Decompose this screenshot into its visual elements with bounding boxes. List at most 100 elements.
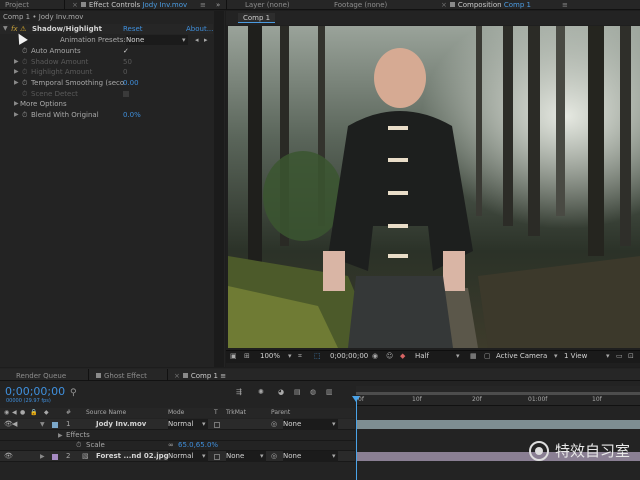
chevron-down-icon[interactable]: ▾ bbox=[182, 35, 186, 45]
chevron-down-icon[interactable]: ▾ bbox=[456, 351, 460, 362]
layer-search-input[interactable] bbox=[80, 388, 200, 398]
comp-flowchart-icon[interactable]: ⇶ bbox=[236, 388, 242, 396]
timeline-timecode[interactable]: 0;00;00;00 bbox=[5, 385, 65, 398]
audio-icon[interactable]: ◀ bbox=[12, 419, 17, 430]
panel-menu-icon[interactable]: ≡ bbox=[220, 372, 226, 380]
chevron-down-icon[interactable]: ▾ bbox=[606, 351, 610, 362]
expand-triangle-icon[interactable]: ▶ bbox=[14, 57, 19, 67]
tab-render-queue[interactable]: Render Queue bbox=[16, 371, 66, 381]
work-area-bar[interactable] bbox=[356, 392, 640, 395]
camera-dropdown[interactable]: Active Camera bbox=[496, 351, 547, 362]
auto-amounts-checkbox[interactable]: ✓ bbox=[123, 46, 129, 56]
stopwatch-icon[interactable]: ⏱ bbox=[22, 78, 27, 88]
effect-controls-scrollbar[interactable] bbox=[214, 11, 224, 367]
search-icon[interactable]: ⚲ bbox=[70, 388, 77, 398]
property-temporal-smoothing[interactable]: ▶ ⏱ Temporal Smoothing (seco 0.00 bbox=[0, 78, 213, 88]
fast-previews-icon[interactable]: ⊡ bbox=[628, 351, 634, 362]
toggle-pixel-aspect-icon[interactable]: ▭ bbox=[616, 351, 623, 362]
color-channel-icon[interactable]: ◆ bbox=[400, 351, 405, 362]
chevron-down-icon[interactable]: ▾ bbox=[554, 351, 558, 362]
label-color-swatch[interactable] bbox=[52, 422, 58, 428]
parent-dropdown[interactable]: None bbox=[283, 451, 338, 462]
prev-preset-icon[interactable]: ◂ bbox=[195, 35, 199, 45]
zoom-dropdown[interactable]: 100% bbox=[260, 351, 280, 362]
composition-canvas[interactable] bbox=[228, 26, 640, 348]
property-value[interactable]: 0.00 bbox=[123, 78, 139, 88]
label-color-swatch[interactable] bbox=[52, 454, 58, 460]
draft-3d-icon[interactable]: ✺ bbox=[258, 388, 264, 396]
tab-layer[interactable]: Layer (none) bbox=[245, 0, 290, 10]
resolution-dropdown[interactable]: Half bbox=[415, 351, 429, 362]
chevron-down-icon[interactable]: ▾ bbox=[332, 419, 336, 430]
views-dropdown[interactable]: 1 View bbox=[564, 351, 587, 362]
layer-row[interactable]: 👁 ◀ ▼ 1 Jody Inv.mov Normal ▾ ◎ None ▾ bbox=[0, 419, 355, 430]
always-preview-icon[interactable]: ▣ bbox=[230, 351, 237, 362]
visibility-eye-icon[interactable]: 👁 bbox=[4, 451, 13, 462]
effect-header-row[interactable]: ▼ fx ⚠ Shadow/Highlight Reset About... bbox=[0, 24, 213, 34]
property-blend-with-original[interactable]: ▶ ⏱ Blend With Original 0.0% bbox=[0, 110, 213, 120]
frame-blending-icon[interactable]: ▤ bbox=[294, 388, 301, 396]
close-icon[interactable]: × bbox=[174, 372, 180, 380]
panel-menu-icon[interactable]: ≡ bbox=[562, 0, 568, 10]
constrain-proportions-icon[interactable]: ∞ bbox=[168, 440, 174, 451]
layer-name[interactable]: Forest ...nd 02.jpg bbox=[96, 451, 169, 462]
chevron-down-icon[interactable]: ▾ bbox=[260, 451, 264, 462]
tab-ghost-effect[interactable]: Ghost Effect bbox=[96, 371, 147, 381]
close-icon[interactable]: × bbox=[441, 1, 447, 9]
reset-link[interactable]: Reset bbox=[123, 24, 143, 34]
expand-triangle-icon[interactable]: ▼ bbox=[40, 419, 45, 430]
motion-blur-icon[interactable]: ◍ bbox=[310, 388, 316, 396]
about-link[interactable]: About... bbox=[186, 24, 213, 34]
layer-row[interactable]: 👁 ▶ 2 ▧ Forest ...nd 02.jpg Normal ▾ Non… bbox=[0, 451, 355, 462]
show-snapshot-icon[interactable]: ☺ bbox=[386, 351, 393, 362]
pickwhip-icon[interactable]: ◎ bbox=[271, 451, 277, 462]
chevron-down-icon[interactable]: ▾ bbox=[202, 419, 206, 430]
tab-comp-1[interactable]: × Comp 1 ≡ bbox=[174, 371, 226, 381]
resolution-toggle-icon[interactable]: ⊞ bbox=[244, 351, 250, 362]
viewer-tab-comp[interactable]: Comp 1 bbox=[238, 13, 276, 23]
layer-name[interactable]: Jody Inv.mov bbox=[96, 419, 146, 430]
presets-dropdown[interactable]: None bbox=[126, 35, 188, 45]
column-source-name[interactable]: Source Name bbox=[86, 408, 126, 418]
parent-dropdown[interactable]: None bbox=[283, 419, 338, 430]
scale-property-row[interactable]: ⏱ Scale ∞ 65.0,65.0% bbox=[0, 440, 355, 451]
graph-editor-icon[interactable]: ▥ bbox=[326, 388, 333, 396]
expand-triangle-icon[interactable]: ▼ bbox=[3, 24, 8, 34]
tab-footage[interactable]: Footage (none) bbox=[334, 0, 387, 10]
property-more-options[interactable]: ▶ More Options bbox=[0, 99, 213, 109]
close-icon[interactable]: × bbox=[72, 1, 78, 9]
scale-value[interactable]: 65.0,65.0% bbox=[178, 440, 218, 451]
shy-layers-icon[interactable]: ◕ bbox=[278, 388, 284, 396]
viewer-timecode[interactable]: 0;00;00;00 bbox=[330, 351, 368, 362]
expand-triangle-icon[interactable]: ▶ bbox=[14, 67, 19, 77]
expand-triangle-icon[interactable]: ▶ bbox=[14, 110, 19, 120]
preserve-transparency-checkbox[interactable] bbox=[214, 454, 220, 460]
transparency-grid-icon[interactable]: ▦ bbox=[470, 351, 477, 362]
chevron-down-icon[interactable]: ▾ bbox=[332, 451, 336, 462]
pickwhip-icon[interactable]: ◎ bbox=[271, 419, 277, 430]
preserve-transparency-checkbox[interactable] bbox=[214, 422, 220, 428]
stopwatch-icon[interactable]: ⏱ bbox=[76, 440, 81, 451]
tab-composition[interactable]: × Composition Comp 1 bbox=[441, 0, 531, 10]
expand-triangle-icon[interactable]: ▶ bbox=[14, 99, 19, 109]
snapshot-icon[interactable]: ◉ bbox=[372, 351, 378, 362]
panel-menu-icon[interactable]: ≡ bbox=[200, 0, 206, 10]
stopwatch-icon[interactable]: ⏱ bbox=[22, 46, 27, 56]
region-of-interest-icon[interactable]: ⬚ bbox=[314, 351, 321, 362]
property-value[interactable]: 0.0% bbox=[123, 110, 141, 120]
expand-triangle-icon[interactable]: ▶ bbox=[40, 451, 45, 462]
grid-icon[interactable]: ⌗ bbox=[298, 351, 302, 362]
expand-triangle-icon[interactable]: ▶ bbox=[14, 78, 19, 88]
chevron-down-icon[interactable]: ▾ bbox=[288, 351, 292, 362]
chevron-down-icon[interactable]: ▾ bbox=[202, 451, 206, 462]
tab-effect-controls[interactable]: × Effect Controls Jody Inv.mov bbox=[72, 0, 187, 10]
current-time-indicator[interactable] bbox=[356, 396, 357, 480]
3d-view-icon[interactable]: ▢ bbox=[484, 351, 491, 362]
time-ruler[interactable]: 0f 10f 20f 01:00f 10f bbox=[356, 386, 640, 406]
fx-badge[interactable]: fx bbox=[11, 24, 18, 34]
stopwatch-icon[interactable]: ⏱ bbox=[22, 110, 27, 120]
tab-project[interactable]: Project bbox=[5, 0, 29, 10]
next-preset-icon[interactable]: ▸ bbox=[204, 35, 208, 45]
property-auto-amounts[interactable]: ⏱ Auto Amounts ✓ bbox=[0, 46, 213, 56]
playhead-handle[interactable] bbox=[352, 396, 360, 402]
